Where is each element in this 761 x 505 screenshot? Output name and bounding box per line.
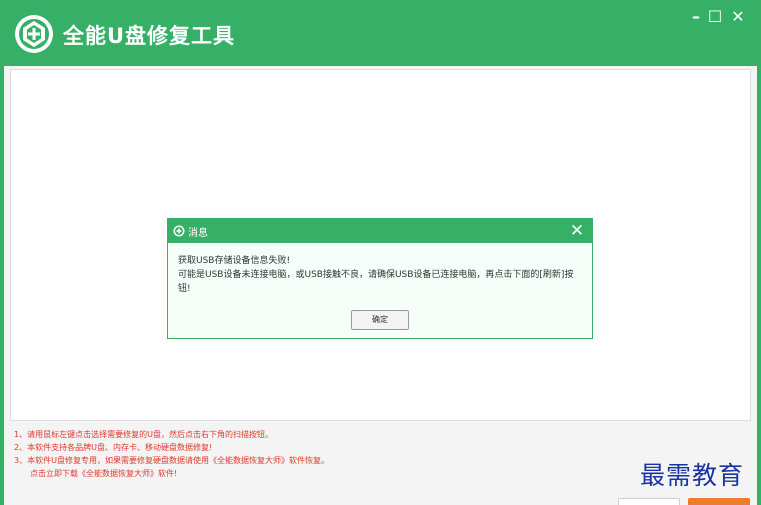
dialog-message: 获取USB存储设备信息失败! 可能是USB设备未连接电脑，或USB接触不良，请确… <box>178 254 583 296</box>
dialog-message-line-1: 获取USB存储设备信息失败! <box>178 256 291 266</box>
refresh-button[interactable] <box>618 498 680 505</box>
download-link[interactable]: 点击立即下载《全能数据恢复大师》软件! <box>14 467 329 480</box>
scan-button[interactable] <box>688 498 750 505</box>
maximize-button[interactable]: ☐ <box>706 8 724 26</box>
usb-repair-logo-icon <box>15 15 53 53</box>
dialog-title: 消息 <box>188 228 208 239</box>
instruction-line-3: 3、本软件U盘修复专用，如果需要修复硬盘数据请使用《全能数据恢复大师》软件恢复。 <box>14 456 329 465</box>
app-title: 全能U盘修复工具 <box>63 24 236 48</box>
title-bar[interactable]: 全能U盘修复工具 – ☐ ✕ <box>0 0 761 66</box>
minimize-button[interactable]: – <box>687 8 705 26</box>
info-shield-icon <box>173 225 185 237</box>
ok-button[interactable]: 确定 <box>351 310 409 330</box>
instruction-line-2: 2、本软件支持各品牌U盘、内存卡、移动硬盘数据修复! <box>14 443 213 452</box>
instructions: 1、请用鼠标左键点击选择需要修复的U盘，然后点击右下角的扫描按钮。 2、本软件支… <box>14 428 329 480</box>
dialog-close-button[interactable]: ✕ <box>567 220 587 241</box>
dialog-header[interactable]: 消息 ✕ <box>168 219 592 243</box>
instruction-line-1: 1、请用鼠标左键点击选择需要修复的U盘，然后点击右下角的扫描按钮。 <box>14 430 273 439</box>
watermark: 最需教育 <box>640 461 745 490</box>
dialog-message-line-2: 可能是USB设备未连接电脑，或USB接触不良，请确保USB设备已连接电脑，再点击… <box>178 270 574 294</box>
close-window-button[interactable]: ✕ <box>729 8 747 26</box>
message-dialog: 消息 ✕ 获取USB存储设备信息失败! 可能是USB设备未连接电脑，或USB接触… <box>167 218 593 339</box>
app-window: 全能U盘修复工具 – ☐ ✕ 1、请用鼠标左键点击选择需要修复的U盘，然后点击右… <box>0 0 761 505</box>
